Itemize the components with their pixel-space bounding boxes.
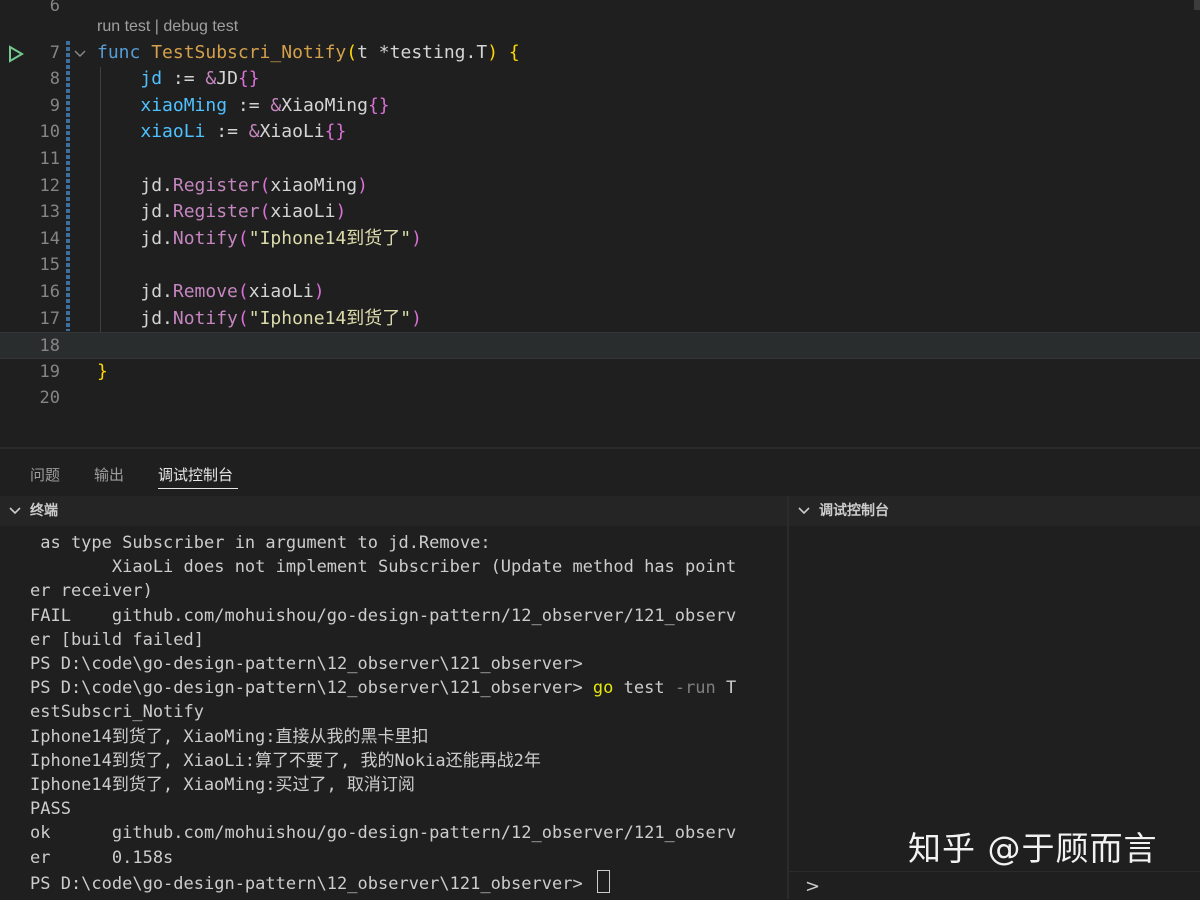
code-line[interactable]: 6 [0,0,1200,20]
code-line[interactable]: 9 xiaoMing := &XiaoMing{} [0,93,1200,120]
code-text: xiaoLi := &XiaoLi{} [140,121,347,143]
tab-problems[interactable]: 问题 [30,464,60,485]
terminal-line: PASS [30,799,71,820]
terminal-line: Iphone14到货了, XiaoMing:直接从我的黑卡里扣 [30,726,429,747]
code-line[interactable]: 11 [0,146,1200,173]
line-number: 6 [49,0,60,16]
line-number: 18 [39,336,60,357]
code-text: func TestSubscri_Notify(t *testing.T) { [97,41,520,63]
code-line[interactable]: 12 jd.Register(xiaoMing) [0,173,1200,200]
line-number: 20 [39,388,60,409]
line-number: 17 [39,308,60,329]
code-line[interactable]: 14 jd.Notify("Iphone14到货了") [0,226,1200,253]
line-number: 7 [49,42,60,63]
code-line[interactable]: 13 jd.Register(xiaoLi) [0,199,1200,226]
code-editor[interactable]: run test | debug test 6 7 func TestSubscri… [0,0,1200,447]
tab-debug-console[interactable]: 调试控制台 [158,464,233,485]
code-text: } [97,360,108,382]
code-text: jd := &JD{} [140,68,260,90]
terminal-output[interactable]: as type Subscriber in argument to jd.Rem… [0,526,787,899]
line-number: 8 [49,69,60,90]
line-number: 16 [39,282,60,302]
line-number: 19 [39,361,60,382]
line-number: 15 [39,255,60,276]
terminal-line: XiaoLi does not implement Subscriber (Up… [30,557,737,578]
terminal-title: 终端 [30,503,58,519]
code-line[interactable]: 17 jd.Notify("Iphone14到货了") [0,306,1200,333]
code-line[interactable]: 20 [0,385,1200,412]
terminal-line: as type Subscriber in argument to jd.Rem… [30,533,491,553]
code-line[interactable]: 16 jd.Remove(xiaoLi) [0,279,1200,306]
terminal-line: PS D:\code\go-design-pattern\12_observer… [30,654,583,674]
code-line[interactable]: 19} [0,359,1200,386]
active-tab-indicator [158,488,238,489]
debug-console-input[interactable]: > [789,871,1200,900]
code-text: jd.Remove(xiaoLi) [140,281,325,302]
line-number: 12 [39,175,60,196]
line-number: 10 [39,122,60,143]
terminal-line: Iphone14到货了, XiaoMing:买过了, 取消订阅 [30,775,415,795]
line-number: 14 [39,228,60,249]
debug-console-title: 调试控制台 [819,503,889,519]
code-text: xiaoMing := &XiaoMing{} [140,94,390,116]
chevron-down-icon[interactable] [8,506,22,516]
code-line[interactable]: 15 [0,252,1200,279]
chevron-down-icon[interactable] [797,506,811,516]
terminal-line: er [build failed] [30,629,204,650]
debug-console-header[interactable]: 调试控制台 [789,496,1200,526]
codelens-run-debug-test[interactable]: run test | debug test [97,18,238,36]
code-text: jd.Notify("Iphone14到货了") [140,307,422,329]
watermark: 知乎 @于顾而言 [908,829,1158,868]
terminal-cursor[interactable] [596,869,610,893]
tab-output[interactable]: 输出 [94,464,124,485]
code-line[interactable]: 8 jd := &JD{} [0,66,1200,93]
code-line[interactable]: 7 func TestSubscri_Notify(t *testing.T) { [0,40,1200,67]
code-text: jd.Notify("Iphone14到货了") [140,227,422,249]
code-text: jd.Register(xiaoLi) [140,201,347,223]
terminal-line: FAIL github.com/mohuishou/go-design-patt… [30,605,737,626]
terminal-line: estSubscri_Notify [30,702,204,723]
terminal-line: PS D:\code\go-design-pattern\12_observer… [30,678,737,699]
terminal-line: Iphone14到货了, XiaoLi:算了不要了, 我的Nokia还能再战2年 [30,750,541,771]
terminal-line: ok github.com/mohuishou/go-design-patter… [30,823,737,844]
code-line[interactable]: 18 [0,332,1200,359]
terminal-line: er receiver) [30,581,153,602]
line-number: 11 [39,149,60,169]
terminal-line: PS D:\code\go-design-pattern\12_observer… [30,869,770,894]
code-line[interactable]: 10 xiaoLi := &XiaoLi{} [0,119,1200,146]
terminal-line: er 0.158s [30,847,174,868]
line-number: 9 [49,95,60,116]
line-number: 13 [39,202,60,223]
terminal-header[interactable]: 终端 [0,496,787,526]
debug-prompt-icon: > [805,876,821,897]
code-text: jd.Register(xiaoMing) [140,174,368,196]
